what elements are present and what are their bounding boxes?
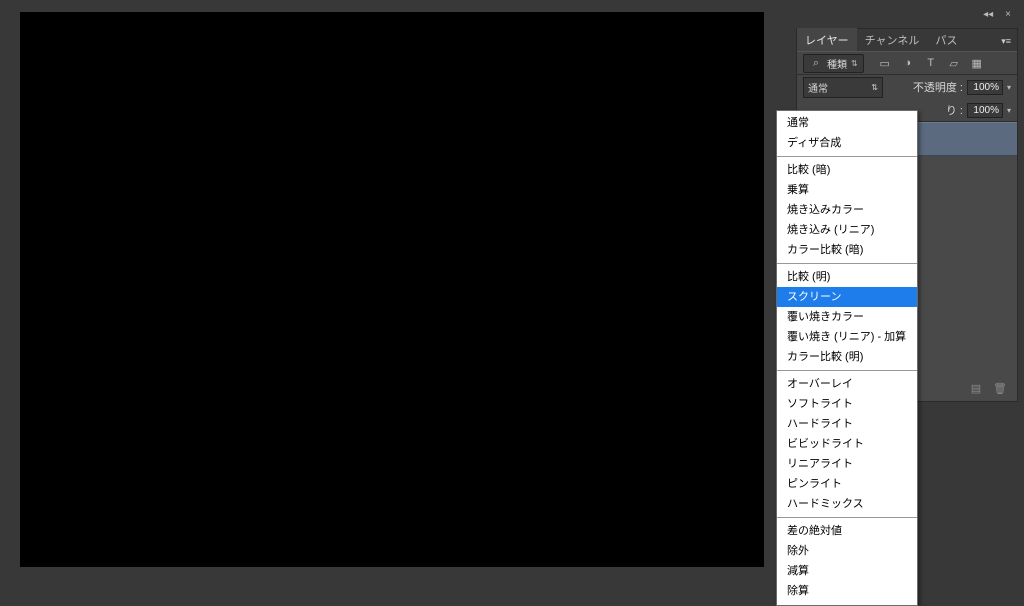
- new-layer-icon[interactable]: ▤: [969, 381, 983, 395]
- chevron-updown-icon: ⇅: [851, 59, 858, 68]
- layer-filter-row: ⌕ 種類 ⇅ ▭ ◑ T ▱ ▦: [797, 51, 1017, 75]
- trash-icon[interactable]: 🗑: [993, 381, 1007, 395]
- blend-option[interactable]: カラー比較 (明): [777, 347, 917, 367]
- search-icon: ⌕: [809, 56, 823, 70]
- blend-option[interactable]: ソフトライト: [777, 394, 917, 414]
- filter-kind-label: 種類: [827, 56, 847, 71]
- panel-tabs: レイヤー チャンネル パス ▾≡: [797, 29, 1017, 51]
- canvas-area[interactable]: [20, 12, 764, 567]
- blend-option[interactable]: 除算: [777, 581, 917, 601]
- opacity-label: 不透明度 :: [913, 79, 963, 95]
- fill-field[interactable]: 100%: [967, 103, 1003, 118]
- filter-text-icon[interactable]: T: [924, 56, 938, 70]
- fill-label: り :: [946, 102, 963, 118]
- blend-option[interactable]: ディザ合成: [777, 133, 917, 153]
- blend-option[interactable]: スクリーン: [777, 287, 917, 307]
- blend-option[interactable]: 覆い焼き (リニア) - 加算: [777, 327, 917, 347]
- filter-adjust-icon[interactable]: ◑: [901, 56, 915, 70]
- panel-footer: ▤ 🗑: [969, 381, 1007, 395]
- tab-layers[interactable]: レイヤー: [797, 28, 857, 51]
- chevron-down-icon[interactable]: ▾: [1007, 106, 1011, 115]
- filter-kind-select[interactable]: ⌕ 種類 ⇅: [803, 54, 864, 73]
- chevron-updown-icon: ⇅: [871, 83, 878, 92]
- blend-option[interactable]: 差の絶対値: [777, 521, 917, 541]
- blend-option[interactable]: 乗算: [777, 180, 917, 200]
- blend-option[interactable]: ハードミックス: [777, 494, 917, 514]
- blend-option[interactable]: 焼き込みカラー: [777, 200, 917, 220]
- blend-mode-dropdown[interactable]: 通常ディザ合成比較 (暗)乗算焼き込みカラー焼き込み (リニア)カラー比較 (暗…: [776, 110, 918, 606]
- blend-option[interactable]: 比較 (明): [777, 267, 917, 287]
- canvas[interactable]: [20, 12, 764, 567]
- blend-option[interactable]: ビビッドライト: [777, 434, 917, 454]
- blend-option[interactable]: ハードライト: [777, 414, 917, 434]
- blend-option[interactable]: 減算: [777, 561, 917, 581]
- blend-option[interactable]: 焼き込み (リニア): [777, 220, 917, 240]
- blend-option[interactable]: 覆い焼きカラー: [777, 307, 917, 327]
- panel-menu-icon[interactable]: ▾≡: [995, 32, 1017, 51]
- filter-smart-icon[interactable]: ▦: [970, 56, 984, 70]
- filter-pixel-icon[interactable]: ▭: [878, 56, 892, 70]
- opacity-field[interactable]: 100%: [967, 80, 1003, 95]
- filter-shape-icon[interactable]: ▱: [947, 56, 961, 70]
- blend-opacity-row: 通常 ⇅ 不透明度 : 100% ▾: [797, 75, 1017, 99]
- blend-option[interactable]: 通常: [777, 113, 917, 133]
- blend-mode-select[interactable]: 通常 ⇅: [803, 77, 883, 98]
- blend-option[interactable]: ピンライト: [777, 474, 917, 494]
- blend-option[interactable]: リニアライト: [777, 454, 917, 474]
- blend-option[interactable]: カラー比較 (暗): [777, 240, 917, 260]
- chevron-down-icon[interactable]: ▾: [1007, 83, 1011, 92]
- blend-option[interactable]: 比較 (暗): [777, 160, 917, 180]
- close-panel-icon[interactable]: ×: [1005, 9, 1011, 20]
- tab-channels[interactable]: チャンネル: [857, 28, 928, 51]
- collapse-icon[interactable]: ◂◂: [983, 9, 993, 20]
- blend-mode-value: 通常: [808, 80, 828, 95]
- blend-option[interactable]: 除外: [777, 541, 917, 561]
- tab-paths[interactable]: パス: [927, 28, 965, 51]
- blend-option[interactable]: オーバーレイ: [777, 374, 917, 394]
